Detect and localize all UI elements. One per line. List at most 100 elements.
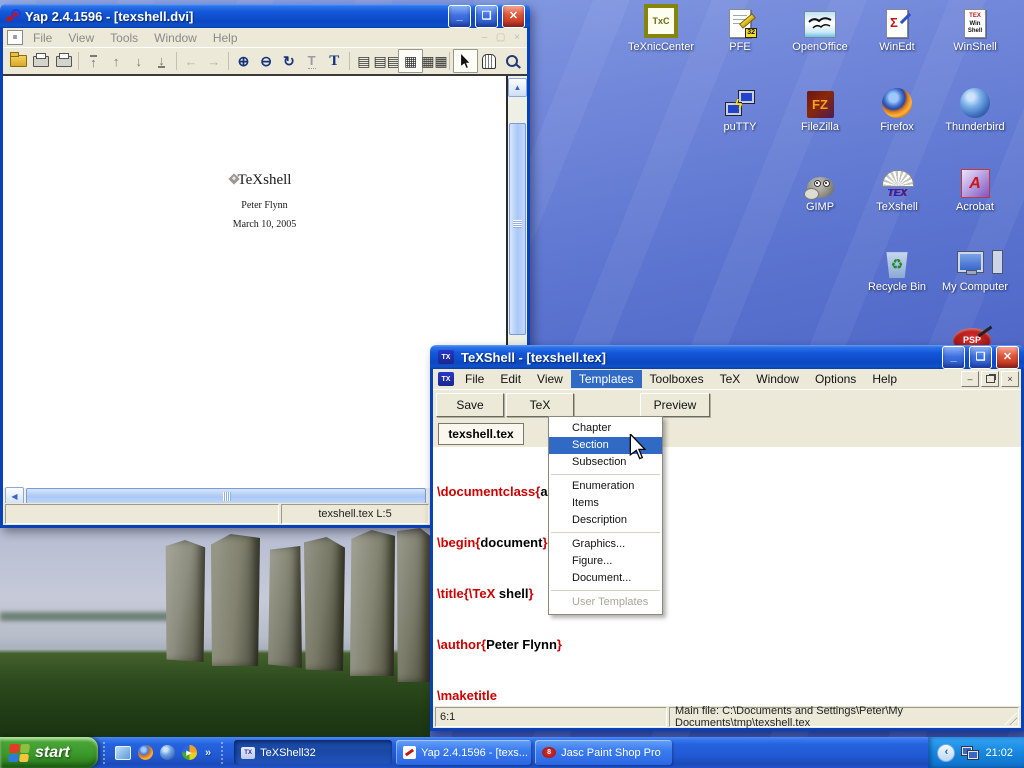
text-sweep-button[interactable]: T — [300, 50, 323, 72]
continuous-double-view-button[interactable]: ▦▦ — [423, 50, 446, 72]
printer-icon — [56, 56, 72, 67]
magnifier-tool-button[interactable] — [500, 50, 523, 72]
yap-menubar: ≣ File View Tools Window Help – ▢ × — [3, 28, 527, 47]
menu-templates[interactable]: Templates — [571, 370, 642, 388]
desktop-icon-firefox[interactable]: Firefox — [859, 82, 935, 154]
code-line: \documentclass{article} — [437, 483, 1021, 500]
desktop-icon-winedt[interactable]: Σ WinEdt — [859, 2, 935, 74]
tex-button[interactable]: TeX — [506, 393, 574, 417]
quick-launch-firefox[interactable] — [135, 743, 155, 763]
horizon-trees — [0, 612, 175, 621]
texshell-titlebar[interactable]: TX TeXShell - [texshell.tex] _ ❑ ✕ — [430, 345, 1024, 369]
taskbar-button-yap[interactable]: Yap 2.4.1596 - [texs... — [396, 740, 531, 765]
back-button[interactable]: ← — [180, 50, 203, 72]
yap-menu-view[interactable]: View — [60, 31, 102, 45]
network-icon[interactable] — [961, 746, 979, 760]
menu-item-enumeration[interactable]: Enumeration — [549, 478, 662, 495]
zoom-in-button[interactable]: ⊕ — [232, 50, 255, 72]
yap-menu-help[interactable]: Help — [205, 31, 246, 45]
desktop-icon-acrobat[interactable]: A Acrobat — [937, 162, 1013, 234]
dvi-doc-author: Peter Flynn — [13, 200, 516, 211]
taskbar-button-paintshoppro[interactable]: 8 Jasc Paint Shop Pro — [535, 740, 672, 765]
menu-tex[interactable]: TeX — [712, 370, 749, 388]
single-page-view-button[interactable]: ▤ — [353, 50, 376, 72]
menu-options[interactable]: Options — [807, 370, 864, 388]
tray-collapse-chevron[interactable]: ‹ — [937, 744, 955, 762]
yap-minimize-button[interactable]: _ — [448, 5, 471, 28]
start-button[interactable]: start — [0, 737, 98, 768]
desktop-icon-gimp[interactable]: GIMP — [782, 162, 858, 234]
yap-close-button[interactable]: ✕ — [502, 5, 525, 28]
next-page-button[interactable]: ↓ — [127, 50, 150, 72]
desktop-icon-my-computer[interactable]: My Computer — [937, 242, 1013, 314]
desktop-icon-filezilla[interactable]: FZ FileZilla — [782, 82, 858, 154]
desktop-icon-pfe[interactable]: 32 PFE — [702, 2, 778, 74]
yap-menu-window[interactable]: Window — [146, 31, 205, 45]
menu-toolboxes[interactable]: Toolboxes — [642, 370, 712, 388]
mdi-restore-button[interactable] — [981, 371, 999, 387]
quick-launch-overflow-chevron[interactable]: » — [205, 747, 211, 759]
double-page-view-button[interactable]: ▤▤ — [375, 50, 398, 72]
refresh-button[interactable]: ↻ — [278, 50, 301, 72]
continuous-view-button[interactable]: ▦ — [398, 49, 423, 73]
desktop-icon-recycle-bin[interactable]: ♻ Recycle Bin — [859, 242, 935, 314]
pan-tool-button[interactable] — [478, 50, 501, 72]
mdi-close-button[interactable]: × — [1001, 371, 1019, 387]
menu-item-graphics[interactable]: Graphics... — [549, 536, 662, 553]
desktop-icon-texshell[interactable]: TEX TeXshell — [859, 162, 935, 234]
quick-launch-media-player[interactable]: ▶ — [179, 743, 199, 763]
stone — [304, 537, 345, 671]
menu-view[interactable]: View — [529, 370, 571, 388]
yap-menu-tools[interactable]: Tools — [102, 31, 146, 45]
texshell-close-button[interactable]: ✕ — [996, 346, 1019, 369]
yap-menu-file[interactable]: File — [25, 31, 60, 45]
desktop-icon-openoffice[interactable]: OpenOffice — [782, 2, 858, 74]
menu-item-document[interactable]: Document... — [549, 570, 662, 587]
texshell-toolbar: Save TeX Preview — [433, 389, 1021, 418]
previous-page-button[interactable]: ↑ — [105, 50, 128, 72]
menu-file[interactable]: File — [457, 370, 492, 388]
vertical-scroll-thumb[interactable] — [509, 123, 526, 335]
print-button[interactable] — [30, 50, 53, 72]
open-file-button[interactable] — [7, 50, 30, 72]
openoffice-icon — [804, 11, 836, 38]
taskbar-button-texshell32[interactable]: TX TeXShell32 — [234, 740, 392, 765]
yap-titlebar[interactable]: Yap 2.4.1596 - [texshell.dvi] _ ❑ ✕ — [0, 4, 530, 28]
scroll-up-button[interactable]: ▲ — [508, 78, 527, 97]
code-editor[interactable]: \documentclass{article} \begin{document}… — [433, 447, 1021, 708]
menu-window[interactable]: Window — [748, 370, 807, 388]
yap-maximize-button[interactable]: ❑ — [475, 5, 498, 28]
desktop-icon-texniccenter[interactable]: TxC TeXnicCenter — [623, 2, 699, 74]
windows-flag-icon — [8, 744, 30, 762]
texshell-minimize-button[interactable]: _ — [942, 346, 965, 369]
menu-separator — [551, 532, 660, 533]
show-desktop-button[interactable] — [113, 743, 133, 763]
magnifier-icon — [506, 55, 518, 67]
text-mode-button[interactable]: T — [323, 50, 346, 72]
first-page-button[interactable]: ↑ — [82, 50, 105, 72]
menu-item-figure[interactable]: Figure... — [549, 553, 662, 570]
save-button[interactable]: Save — [436, 393, 504, 417]
texshell-maximize-button[interactable]: ❑ — [969, 346, 992, 369]
print-setup-button[interactable] — [52, 50, 75, 72]
menu-item-description[interactable]: Description — [549, 512, 662, 529]
filezilla-icon: FZ — [807, 91, 834, 118]
mdi-minimize-button[interactable]: – — [961, 371, 979, 387]
desktop-icon-winshell[interactable]: TEXWinShell WinShell — [937, 2, 1013, 74]
yap-toolbar: ↑ ↑ ↓ ↓ ← → ⊕ ⊖ ↻ T T ▤ ▤▤ ▦ ▦▦ — [3, 47, 527, 75]
quick-launch-thunderbird[interactable] — [157, 743, 177, 763]
select-tool-button[interactable] — [453, 49, 478, 73]
menu-edit[interactable]: Edit — [492, 370, 529, 388]
menu-item-items[interactable]: Items — [549, 495, 662, 512]
preview-button[interactable]: Preview — [640, 393, 710, 417]
desktop-icon-thunderbird[interactable]: Thunderbird — [937, 82, 1013, 154]
psp-task-icon: 8 — [542, 747, 556, 758]
menu-help[interactable]: Help — [864, 370, 905, 388]
forward-button[interactable]: → — [202, 50, 225, 72]
stone — [350, 530, 395, 676]
last-page-button[interactable]: ↓ — [150, 50, 173, 72]
tab-texshell-tex[interactable]: texshell.tex — [438, 423, 524, 445]
media-player-icon: ▶ — [182, 745, 197, 760]
zoom-out-button[interactable]: ⊖ — [255, 50, 278, 72]
desktop-icon-putty[interactable]: ϟ puTTY — [702, 82, 778, 154]
